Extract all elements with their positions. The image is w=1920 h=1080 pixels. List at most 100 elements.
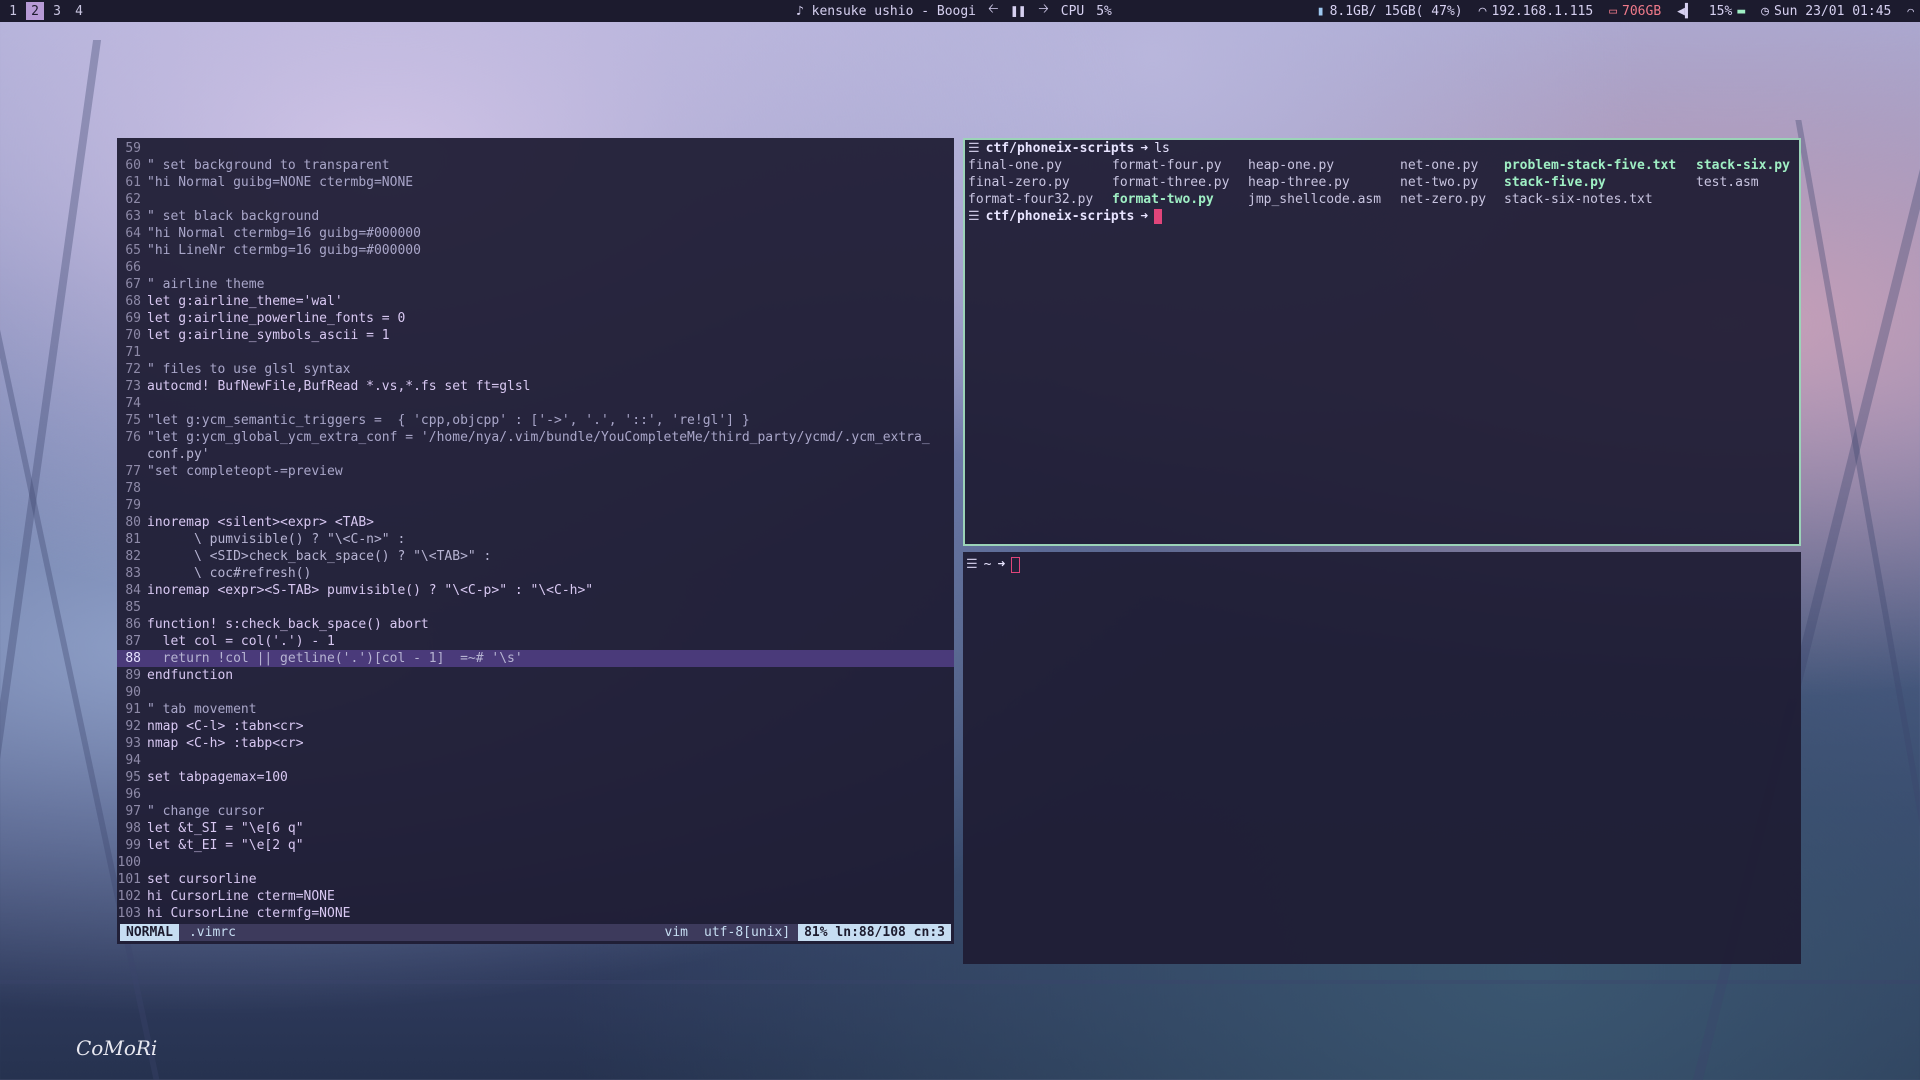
workspace-4[interactable]: 4 [70, 2, 88, 20]
file-entry: jmp_shellcode.asm [1248, 192, 1382, 207]
line-text: " set black background [147, 209, 320, 224]
file-entry: format-four32.py [968, 192, 1094, 207]
line-number: 70 [125, 328, 141, 343]
code-line[interactable]: 64 "hi Normal ctermbg=16 guibg=#000000 [117, 225, 954, 242]
code-line[interactable]: 102 hi CursorLine cterm=NONE [117, 888, 954, 905]
prompt-line[interactable]: ☰ ~ ➜ [963, 556, 1801, 573]
code-line[interactable]: 76 "let g:ycm_global_ycm_extra_conf = '/h… [117, 429, 954, 446]
line-number: 103 [117, 906, 141, 921]
code-line[interactable]: 60 " set background to transparent [117, 157, 954, 174]
code-line[interactable]: 63 " set black background [117, 208, 954, 225]
workspace-3[interactable]: 3 [48, 2, 66, 20]
line-number: 98 [125, 821, 141, 836]
code-line[interactable]: 100 [117, 854, 954, 871]
code-line[interactable]: 69 let g:airline_powerline_fonts = 0 [117, 310, 954, 327]
code-line[interactable]: 67 " airline theme [117, 276, 954, 293]
code-line[interactable]: 74 [117, 395, 954, 412]
current-line[interactable]: 88 return !col || getline('.')[col - 1] … [117, 650, 954, 667]
line-number: 81 [125, 532, 141, 547]
line-text: " set background to transparent [147, 158, 390, 173]
menu-icon: ☰ [968, 209, 980, 224]
code-line[interactable]: 72 " files to use glsl syntax [117, 361, 954, 378]
code-line[interactable]: 70 let g:airline_symbols_ascii = 1 [117, 327, 954, 344]
workspace-1[interactable]: 1 [4, 2, 22, 20]
line-number: 101 [117, 872, 141, 887]
code-line[interactable]: 84 inoremap <expr><S-TAB> pumvisible() ? … [117, 582, 954, 599]
code-line[interactable]: 103 hi CursorLine ctermfg=NONE [117, 905, 954, 922]
code-line[interactable]: 62 [117, 191, 954, 208]
code-line[interactable]: 80 inoremap <silent><expr> <TAB> [117, 514, 954, 531]
line-text: set tabpagemax=100 [147, 770, 288, 785]
code-line[interactable]: 90 [117, 684, 954, 701]
terminal-window-bottom[interactable]: ☰ ~ ➜ [963, 552, 1801, 964]
wallpaper-signature: CoMoRi [76, 1036, 158, 1060]
line-number: 100 [117, 855, 141, 870]
text-cursor [1154, 209, 1163, 224]
code-line[interactable]: 86 function! s:check_back_space() abort [117, 616, 954, 633]
code-line[interactable]: 93 nmap <C-h> :tabp<cr> [117, 735, 954, 752]
line-text: "hi Normal guibg=NONE ctermbg=NONE [147, 175, 414, 190]
line-text: let g:airline_powerline_fonts = 0 [147, 311, 406, 326]
code-line[interactable]: 77 "set completeopt-=preview [117, 463, 954, 480]
line-number: 95 [125, 770, 141, 785]
status-bar: 1 2 3 4 ♪ kensuke ushio - Boogi 🡠 ❚❚ 🡢 C… [0, 0, 1920, 22]
now-playing: ♪ kensuke ushio - Boogi [796, 3, 977, 19]
code-line[interactable]: 91 " tab movement [117, 701, 954, 718]
file-name: .vimrc [188, 925, 236, 940]
line-text: conf.py' [147, 447, 210, 462]
code-line[interactable]: 79 [117, 497, 954, 514]
code-line[interactable]: 95 set tabpagemax=100 [117, 769, 954, 786]
code-line[interactable]: 61 "hi Normal guibg=NONE ctermbg=NONE [117, 174, 954, 191]
code-line[interactable]: 85 [117, 599, 954, 616]
menu-icon: ☰ [968, 141, 980, 156]
pause-icon[interactable]: ❚❚ [1011, 4, 1027, 19]
arrow-icon: ➜ [1140, 209, 1149, 224]
volume-indicator[interactable]: ◀▍ [1677, 4, 1693, 19]
vim-editor-window[interactable]: 59 60 " set background to transparent 61 "hi… [117, 138, 954, 944]
line-number: 76 [125, 430, 141, 445]
file-entry: heap-one.py [1248, 158, 1335, 173]
code-line[interactable]: 94 [117, 752, 954, 769]
next-track-icon[interactable]: 🡢 [1038, 0, 1049, 22]
code-line[interactable]: 97 " change cursor [117, 803, 954, 820]
code-line[interactable]: 68 let g:airline_theme='wal' [117, 293, 954, 310]
prompt-path: ctf/phoneix-scripts [985, 209, 1135, 224]
line-text: " tab movement [147, 702, 257, 717]
disk-indicator: ▭ 706GB [1609, 3, 1662, 19]
text-cursor [1011, 557, 1021, 573]
workspace-2[interactable]: 2 [26, 2, 44, 20]
cursor-position: 81% ln:88/108 cn:3 [798, 924, 951, 941]
code-line[interactable]: 75 "let g:ycm_semantic_triggers = { 'cpp,… [117, 412, 954, 429]
code-line[interactable]: 99 let &t_EI = "\e[2 q" [117, 837, 954, 854]
line-text: " change cursor [147, 804, 265, 819]
prompt-line: ☰ ctf/phoneix-scripts ➜ ls [965, 140, 1799, 157]
code-line[interactable]: 59 [117, 140, 954, 157]
line-number: 91 [125, 702, 141, 717]
previous-track-icon[interactable]: 🡠 [988, 0, 999, 22]
code-line[interactable]: 101 set cursorline [117, 871, 954, 888]
code-line[interactable]: 89 endfunction [117, 667, 954, 684]
code-line[interactable]: 82 \ <SID>check_back_space() ? "\<TAB>" … [117, 548, 954, 565]
code-line[interactable]: 73 autocmd! BufNewFile,BufRead *.vs,*.fs … [117, 378, 954, 395]
code-line[interactable]: 71 [117, 344, 954, 361]
code-line[interactable]: 87 let col = col('.') - 1 [117, 633, 954, 650]
code-line[interactable]: 65 "hi LineNr ctermbg=16 guibg=#000000 [117, 242, 954, 259]
wallpaper-stroke [0, 980, 1920, 984]
code-line[interactable]: 96 [117, 786, 954, 803]
line-number: 89 [125, 668, 141, 683]
code-line[interactable]: 83 \ coc#refresh() [117, 565, 954, 582]
code-line[interactable]: 81 \ pumvisible() ? "\<C-n>" : [117, 531, 954, 548]
line-text: autocmd! BufNewFile,BufRead *.vs,*.fs se… [147, 379, 531, 394]
line-number: 59 [125, 141, 141, 156]
file-entry: final-one.py [968, 158, 1062, 173]
menu-icon: ☰ [966, 557, 978, 572]
terminal-window-top[interactable]: ☰ ctf/phoneix-scripts ➜ ls final-one.py f… [963, 138, 1801, 546]
code-line[interactable]: 92 nmap <C-l> :tabn<cr> [117, 718, 954, 735]
code-line[interactable]: 98 let &t_SI = "\e[6 q" [117, 820, 954, 837]
command-text: ls [1154, 141, 1170, 156]
code-line[interactable]: 78 [117, 480, 954, 497]
editor-buffer[interactable]: 59 60 " set background to transparent 61 "hi… [117, 140, 954, 922]
code-line[interactable]: 66 [117, 259, 954, 276]
prompt-line-active[interactable]: ☰ ctf/phoneix-scripts ➜ [965, 208, 1799, 225]
code-line[interactable]: conf.py' [117, 446, 954, 463]
